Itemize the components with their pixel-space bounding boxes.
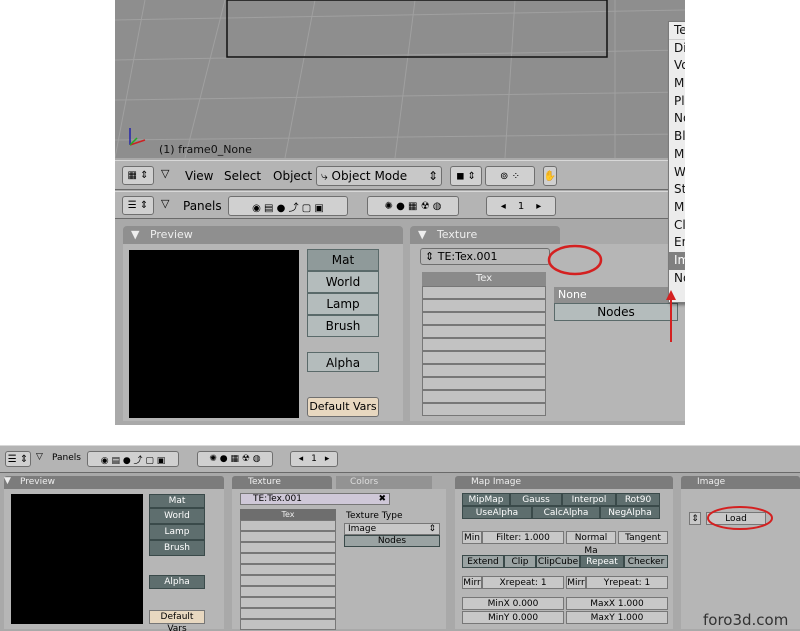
top-annotations <box>547 244 676 342</box>
bottom-screenshot: ☰ ⇕ ▽ Panels ◉ ▤ ● ⤴ ▢ ▣ ✺ ● ▦ ☢ ◍ ◂ 1 ▸… <box>0 445 800 631</box>
bottom-annotations <box>707 506 773 530</box>
watermark: foro3d.com <box>703 611 789 629</box>
highlight-circle <box>547 244 603 276</box>
red-arrow-head <box>666 290 676 300</box>
load-highlight-circle <box>707 506 773 530</box>
